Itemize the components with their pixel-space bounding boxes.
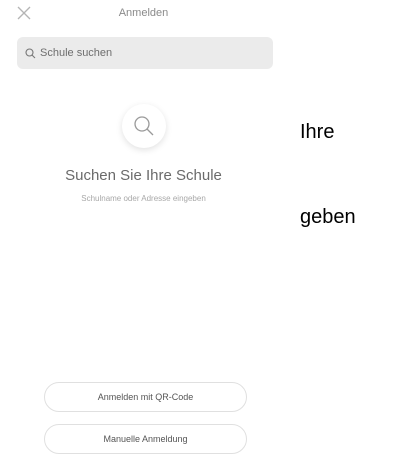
qr-login-button[interactable]: Anmelden mit QR-Code xyxy=(44,382,247,412)
manual-login-button[interactable]: Manuelle Anmeldung xyxy=(44,424,247,454)
search-bar[interactable] xyxy=(17,37,273,69)
nav-bar: Anmelden xyxy=(0,0,287,30)
search-icon xyxy=(25,47,36,58)
side-text-line-1: Ihre xyxy=(300,121,335,143)
side-text-line-2: geben xyxy=(300,206,356,228)
empty-state-title: Suchen Sie Ihre Schule xyxy=(65,167,222,184)
empty-state-subtitle: Schulname oder Adresse eingeben xyxy=(81,194,206,203)
search-icon xyxy=(134,116,154,136)
search-input[interactable] xyxy=(40,47,240,59)
empty-state-search-badge xyxy=(122,104,166,148)
login-screen: Anmelden Suchen Sie Ihre Schule Schulnam… xyxy=(0,0,287,457)
page-title: Anmelden xyxy=(118,7,169,19)
